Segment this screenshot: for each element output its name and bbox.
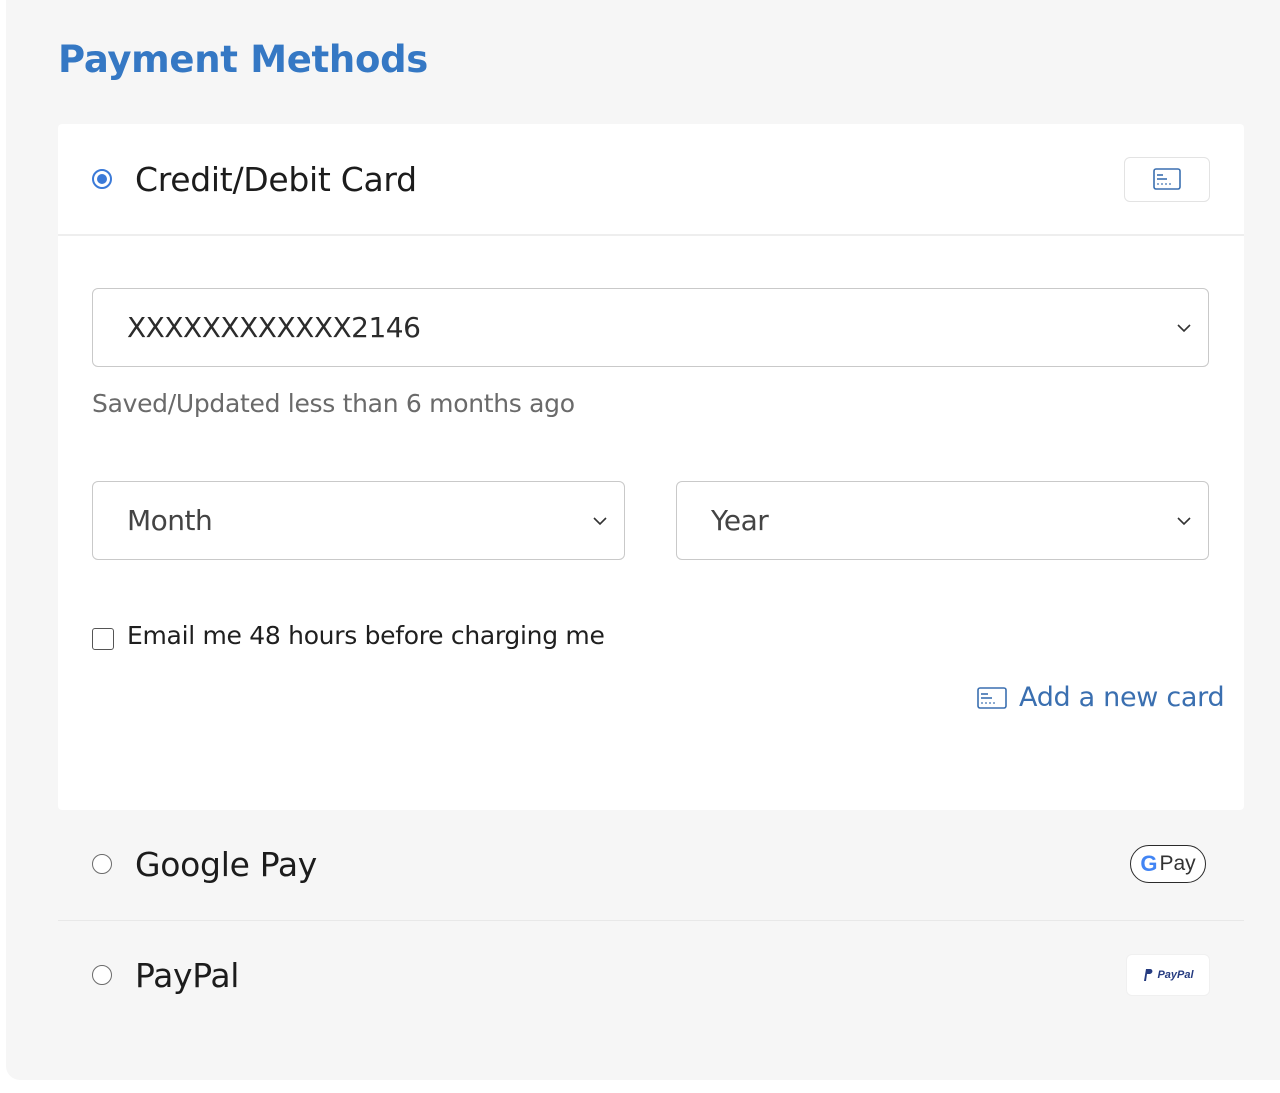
paypal-radio[interactable] (92, 965, 112, 985)
card-number-value: XXXXXXXXXXXX2146 (127, 311, 421, 344)
card-number-select[interactable]: XXXXXXXXXXXX2146 (92, 288, 1209, 367)
add-new-card-link[interactable]: Add a new card (977, 682, 1225, 713)
paypal-p-icon (1144, 969, 1153, 981)
credit-card-logo (1124, 156, 1210, 202)
add-new-card-label: Add a new card (1019, 682, 1225, 713)
method-paypal[interactable]: PayPal PayPal (58, 920, 1244, 1029)
method-google-pay[interactable]: Google Pay G Pay (58, 810, 1244, 918)
credit-card-icon (1153, 168, 1181, 190)
chevron-down-icon (1177, 516, 1191, 525)
chevron-down-icon (1177, 323, 1191, 332)
year-placeholder: Year (711, 504, 769, 537)
google-pay-logo-text: Pay (1159, 852, 1196, 875)
year-select[interactable]: Year (676, 481, 1209, 560)
month-placeholder: Month (127, 504, 213, 537)
paypal-logo: PayPal (1126, 954, 1210, 996)
credit-card-radio[interactable] (92, 169, 112, 189)
credit-card-icon (977, 686, 1007, 709)
saved-hint: Saved/Updated less than 6 months ago (92, 389, 575, 418)
google-pay-label: Google Pay (135, 844, 318, 884)
paypal-label: PayPal (135, 955, 240, 995)
paypal-logo-text: PayPal (1157, 969, 1194, 981)
chevron-down-icon (593, 516, 607, 525)
email-reminder-checkbox[interactable] (92, 628, 114, 650)
credit-card-label: Credit/Debit Card (135, 159, 417, 199)
method-credit-card[interactable]: Credit/Debit Card (58, 124, 1244, 236)
google-pay-radio[interactable] (92, 854, 112, 874)
google-g-logo: G (1140, 851, 1158, 876)
page-title: Payment Methods (58, 38, 428, 81)
google-pay-logo: G Pay (1130, 845, 1206, 883)
month-select[interactable]: Month (92, 481, 625, 560)
email-reminder-label[interactable]: Email me 48 hours before charging me (127, 621, 605, 650)
